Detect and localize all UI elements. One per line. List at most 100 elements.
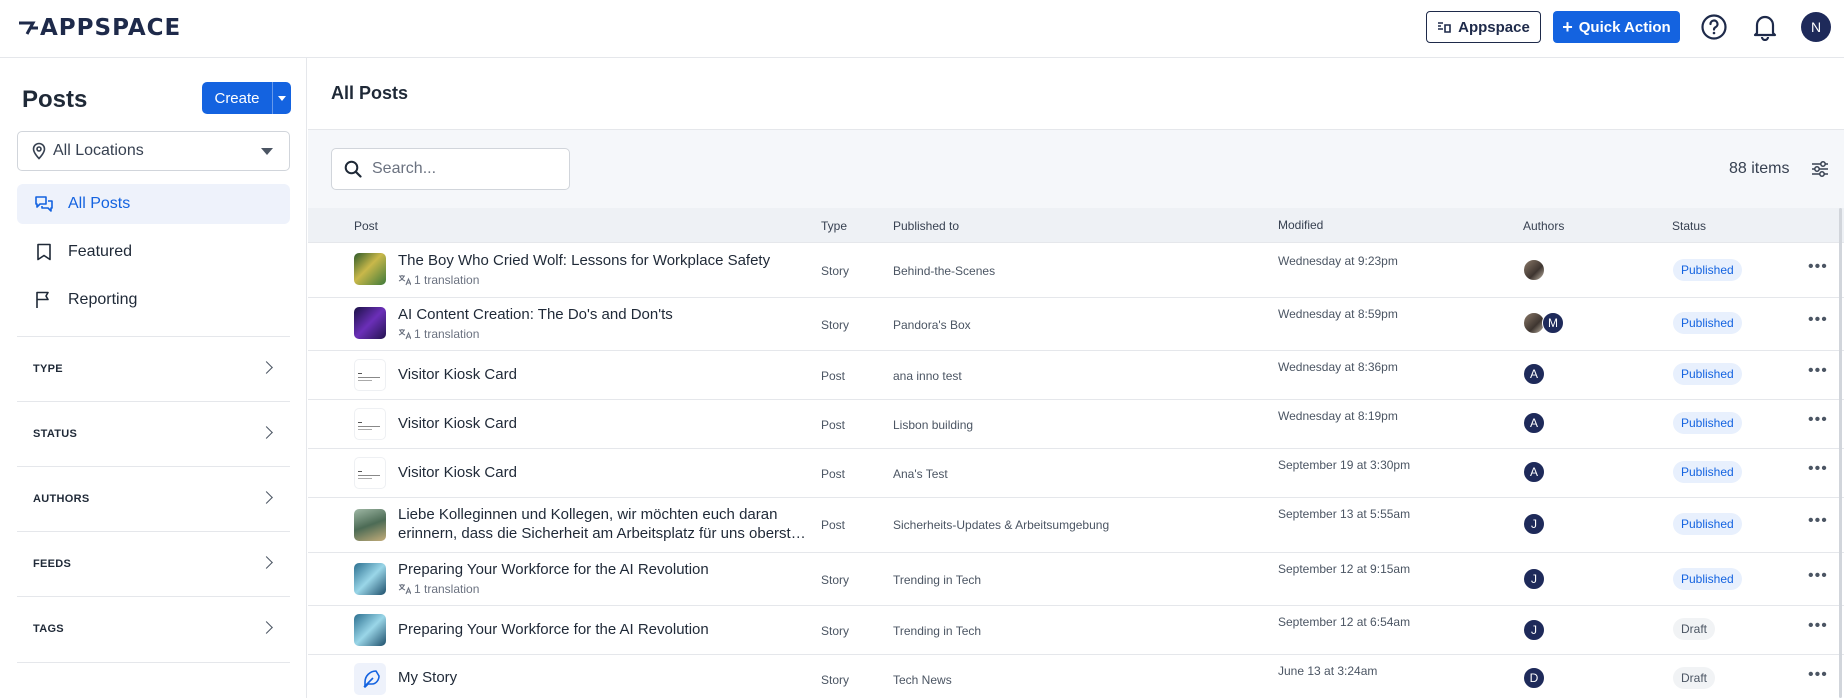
table-row[interactable]: Visitor Kiosk Card Post Lisbon building … xyxy=(308,400,1844,449)
dropdown-arrow-icon xyxy=(261,148,273,155)
more-options-icon[interactable]: ••• xyxy=(1808,666,1828,684)
create-dropdown-caret-icon[interactable] xyxy=(272,82,291,114)
plus-icon: + xyxy=(1562,17,1573,37)
translation-label: 1 translation xyxy=(414,327,480,341)
appspace-logo[interactable]: APPSPACE xyxy=(18,14,181,42)
status-badge: Published xyxy=(1673,568,1742,590)
filter-label: STATUS xyxy=(33,428,78,440)
table-row[interactable]: The Boy Who Cried Wolf: Lessons for Work… xyxy=(308,243,1844,298)
location-select-value: All Locations xyxy=(53,142,144,159)
translation-label: 1 translation xyxy=(414,582,480,596)
author-avatar: J xyxy=(1523,568,1545,590)
post-type: Post xyxy=(821,518,846,532)
filter-feeds[interactable]: FEEDS xyxy=(17,531,290,596)
published-to: Pandora's Box xyxy=(893,318,971,332)
column-header-type[interactable]: Type xyxy=(821,219,847,233)
sidebar-item-label: Reporting xyxy=(68,291,138,308)
search-input[interactable] xyxy=(372,160,552,178)
filter-label: AUTHORS xyxy=(33,493,90,505)
sidebar-title: Posts xyxy=(22,86,88,113)
chat-bubbles-icon xyxy=(35,196,53,212)
table-row[interactable]: Preparing Your Workforce for the AI Revo… xyxy=(308,606,1844,655)
chevron-right-icon xyxy=(260,361,273,374)
sidebar-item-reporting[interactable]: Reporting xyxy=(17,280,290,320)
post-title: AI Content Creation: The Do's and Don'ts xyxy=(398,306,673,323)
author-avatar: J xyxy=(1523,619,1545,641)
post-title: Visitor Kiosk Card xyxy=(398,366,517,383)
chevron-right-icon xyxy=(260,621,273,634)
modified-date: Wednesday at 8:19pm xyxy=(1278,409,1398,423)
post-type: Story xyxy=(821,573,850,587)
filter-authors[interactable]: AUTHORS xyxy=(17,466,290,531)
modified-date: Wednesday at 8:36pm xyxy=(1278,360,1398,374)
translate-icon xyxy=(398,275,411,286)
column-settings-icon[interactable] xyxy=(1811,160,1829,178)
translate-icon xyxy=(398,584,411,595)
modified-date: Wednesday at 8:59pm xyxy=(1278,307,1398,321)
quick-action-button[interactable]: + Quick Action xyxy=(1553,11,1680,43)
translation-label: 1 translation xyxy=(414,273,480,287)
toolbar: 88 items xyxy=(308,130,1844,208)
sidebar: Posts Create All Locations All Posts Fea… xyxy=(0,58,307,698)
more-options-icon[interactable]: ••• xyxy=(1808,617,1828,635)
post-title: My Story xyxy=(398,669,458,686)
column-header-modified[interactable]: Modified xyxy=(1278,218,1323,232)
post-thumbnail xyxy=(354,563,386,595)
more-options-icon[interactable]: ••• xyxy=(1808,460,1828,478)
post-thumbnail xyxy=(354,359,386,391)
post-title: Liebe Kolleginnen und Kollegen, wir möch… xyxy=(398,506,778,523)
status-badge: Published xyxy=(1673,461,1742,483)
table-row[interactable]: Preparing Your Workforce for the AI Revo… xyxy=(308,553,1844,606)
more-options-icon[interactable]: ••• xyxy=(1808,258,1828,276)
post-thumbnail xyxy=(354,509,386,541)
location-select[interactable]: All Locations xyxy=(17,131,290,171)
published-to: Sicherheits-Updates & Arbeitsumgebung xyxy=(893,518,1110,532)
sidebar-item-all-posts[interactable]: All Posts xyxy=(17,184,290,224)
main-header: All Posts xyxy=(308,58,1844,130)
help-icon[interactable] xyxy=(1700,13,1728,41)
status-badge: Published xyxy=(1673,412,1742,434)
sidebar-item-featured[interactable]: Featured xyxy=(17,232,290,272)
location-pin-icon xyxy=(32,142,46,160)
table-row[interactable]: My Story Story Tech News June 13 at 3:24… xyxy=(308,655,1844,698)
chevron-right-icon xyxy=(260,491,273,504)
search-box[interactable] xyxy=(331,148,570,190)
more-options-icon[interactable]: ••• xyxy=(1808,411,1828,429)
filter-divider xyxy=(17,662,290,663)
column-header-authors[interactable]: Authors xyxy=(1523,219,1564,233)
author-avatar xyxy=(1523,259,1545,281)
column-header-status[interactable]: Status xyxy=(1672,219,1706,233)
post-type: Story xyxy=(821,318,850,332)
create-button[interactable]: Create xyxy=(202,82,291,114)
author-avatar: A xyxy=(1523,363,1545,385)
post-title: Visitor Kiosk Card xyxy=(398,464,517,481)
filter-tags[interactable]: TAGS xyxy=(17,596,290,661)
filter-type[interactable]: TYPE xyxy=(17,336,290,401)
status-badge: Draft xyxy=(1673,618,1716,640)
published-to: Behind-the-Scenes xyxy=(893,264,996,278)
column-header-post[interactable]: Post xyxy=(354,219,378,233)
appspace-button[interactable]: Appspace xyxy=(1426,11,1541,43)
sidebar-item-label: All Posts xyxy=(68,195,131,212)
bell-icon[interactable] xyxy=(1752,13,1778,41)
table-scrollbar[interactable] xyxy=(1839,208,1842,698)
table-row[interactable]: Liebe Kolleginnen und Kollegen, wir möch… xyxy=(308,498,1844,553)
column-header-published-to[interactable]: Published to xyxy=(893,219,959,233)
more-options-icon[interactable]: ••• xyxy=(1808,567,1828,585)
logo-text: APPSPACE xyxy=(40,15,182,41)
more-options-icon[interactable]: ••• xyxy=(1808,362,1828,380)
status-badge: Published xyxy=(1673,513,1742,535)
feather-icon xyxy=(363,670,380,688)
user-avatar[interactable]: N xyxy=(1801,12,1831,42)
more-options-icon[interactable]: ••• xyxy=(1808,311,1828,329)
post-title-line-2: erinnern, dass die Sicherheit am Arbeits… xyxy=(398,525,806,542)
published-to: Trending in Tech xyxy=(893,624,982,638)
more-options-icon[interactable]: ••• xyxy=(1808,512,1828,530)
table-row[interactable]: AI Content Creation: The Do's and Don'ts… xyxy=(308,298,1844,351)
filter-status[interactable]: STATUS xyxy=(17,401,290,466)
published-to: ana inno test xyxy=(893,369,962,383)
table-row[interactable]: Visitor Kiosk Card Post ana inno test We… xyxy=(308,351,1844,400)
create-button-label: Create xyxy=(214,89,260,107)
table-row[interactable]: Visitor Kiosk Card Post Ana's Test Septe… xyxy=(308,449,1844,498)
post-thumbnail xyxy=(354,408,386,440)
